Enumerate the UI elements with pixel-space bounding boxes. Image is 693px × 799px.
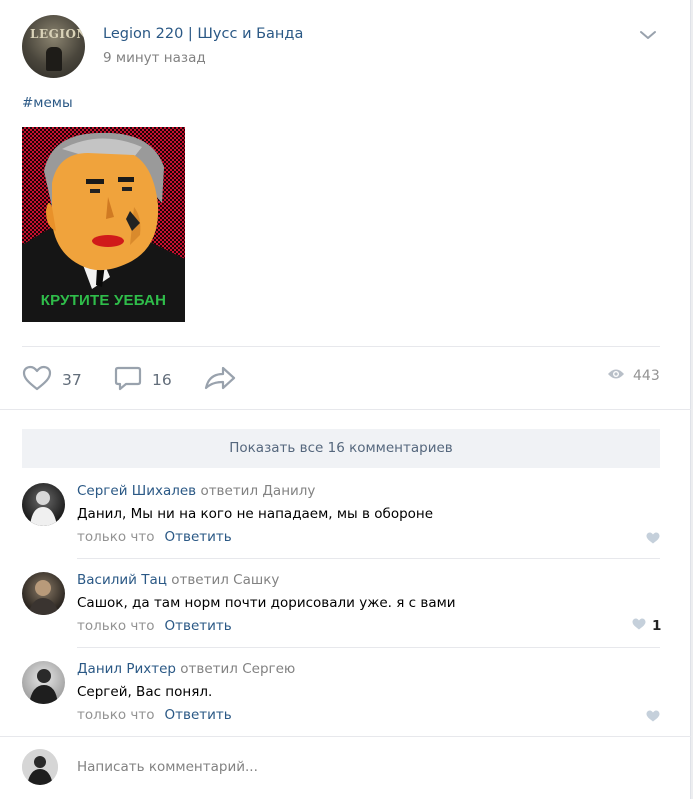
views-counter: 443 [607,368,660,384]
post-time[interactable]: 9 минут назад [103,50,206,66]
comment-text: Сергей, Вас понял. [77,684,213,700]
group-avatar[interactable]: LEGION [22,15,85,78]
comment-author[interactable]: Сергей Шихалев [77,483,196,499]
comment-count: 16 [152,371,172,389]
comment-input[interactable] [68,752,660,782]
comment-avatar[interactable] [22,661,65,704]
heart-icon [22,365,52,395]
post-card: LEGION Legion 220 | Шусс и Банда 9 минут… [0,0,691,799]
like-count: 37 [62,371,82,389]
comment-like-count: 1 [652,618,662,634]
share-button[interactable] [204,365,236,395]
comment-author[interactable]: Данил Рихтер [77,661,176,677]
heart-icon [646,532,660,548]
comment-text: Сашок, да там норм почти дорисовали уже.… [77,595,456,611]
my-avatar[interactable] [22,749,58,785]
share-arrow-icon [204,365,236,395]
comment-reply-to[interactable]: ответил Данилу [200,483,315,499]
chevron-down-icon[interactable] [638,28,658,42]
reply-button[interactable]: Ответить [165,707,232,723]
comment-time[interactable]: только что [77,707,155,723]
group-name-link[interactable]: Legion 220 | Шусс и Банда [103,26,303,42]
heart-icon [632,618,646,634]
comment-like-button[interactable] [646,532,660,548]
divider [22,346,660,347]
views-count: 443 [633,368,660,384]
eye-icon [607,368,625,384]
comment-avatar[interactable] [22,483,65,526]
comment-time[interactable]: только что [77,618,155,634]
divider [0,409,691,410]
divider [0,736,691,737]
divider [77,647,660,648]
show-all-comments-button[interactable]: Показать все 16 комментариев [22,429,660,468]
comment-reply-to[interactable]: ответил Сергею [180,661,295,677]
comment-reply-to[interactable]: ответил Сашку [171,572,279,588]
heart-icon [646,710,660,726]
meme-image[interactable]: КРУТИТЕ УЕБАН [22,127,185,322]
comment-time[interactable]: только что [77,529,155,545]
comment-button[interactable]: 16 [114,365,172,395]
divider [77,558,660,559]
meme-caption: КРУТИТЕ УЕБАН [40,292,167,309]
reply-button[interactable]: Ответить [165,529,232,545]
comment-like-button[interactable]: 1 [632,618,661,634]
comment-icon [114,365,142,395]
comment-avatar[interactable] [22,572,65,615]
hashtag-link[interactable]: #мемы [22,95,73,111]
comment-author[interactable]: Василий Тац [77,572,167,588]
comment-text: Данил, Мы ни на кого не нападаем, мы в о… [77,506,434,522]
group-logo-text: LEGION [30,27,85,41]
like-button[interactable]: 37 [22,365,82,395]
comment-like-button[interactable] [646,710,660,726]
reply-button[interactable]: Ответить [165,618,232,634]
